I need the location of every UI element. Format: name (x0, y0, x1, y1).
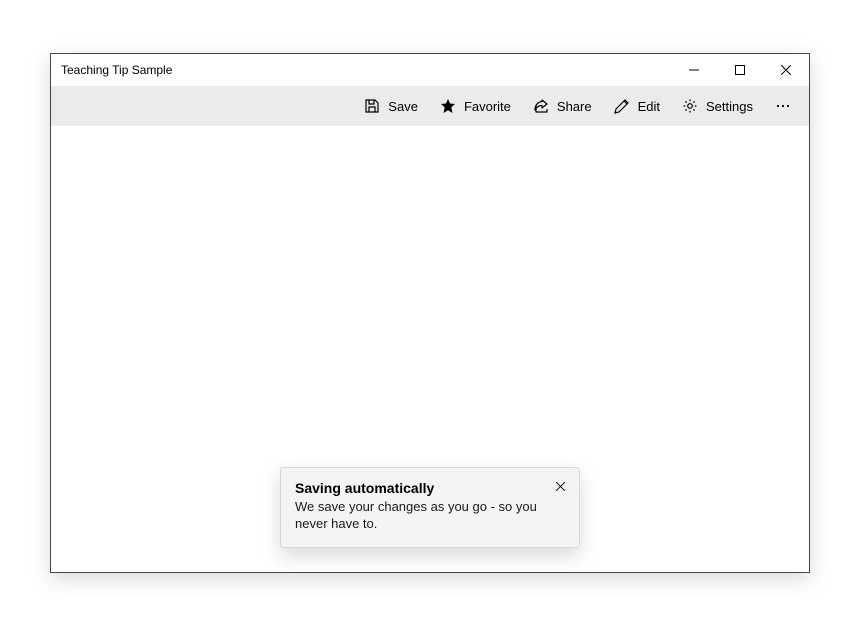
close-icon (556, 482, 565, 491)
close-icon (781, 65, 791, 75)
share-label: Share (557, 99, 592, 114)
app-window: Teaching Tip Sample Save Favorite (50, 53, 810, 573)
command-bar: Save Favorite Share Edit Settings (51, 86, 809, 126)
share-button[interactable]: Share (523, 92, 602, 120)
maximize-button[interactable] (717, 54, 763, 86)
close-button[interactable] (763, 54, 809, 86)
settings-button[interactable]: Settings (672, 92, 763, 120)
settings-label: Settings (706, 99, 753, 114)
titlebar: Teaching Tip Sample (51, 54, 809, 86)
save-icon (364, 98, 380, 114)
favorite-label: Favorite (464, 99, 511, 114)
edit-button[interactable]: Edit (604, 92, 670, 120)
tip-title: Saving automatically (295, 480, 434, 496)
star-icon (440, 98, 456, 114)
maximize-icon (735, 65, 745, 75)
edit-icon (614, 98, 630, 114)
tip-close-button[interactable] (551, 478, 569, 496)
tip-header: Saving automatically (295, 480, 565, 496)
tip-body: We save your changes as you go - so you … (295, 498, 565, 533)
share-icon (533, 98, 549, 114)
save-button[interactable]: Save (354, 92, 428, 120)
favorite-button[interactable]: Favorite (430, 92, 521, 120)
gear-icon (682, 98, 698, 114)
window-controls (671, 54, 809, 86)
save-label: Save (388, 99, 418, 114)
teaching-tip: Saving automatically We save your change… (280, 467, 580, 548)
more-icon (775, 98, 791, 114)
minimize-button[interactable] (671, 54, 717, 86)
edit-label: Edit (638, 99, 660, 114)
minimize-icon (689, 65, 699, 75)
content-area: Saving automatically We save your change… (51, 126, 809, 572)
more-button[interactable] (765, 90, 801, 122)
window-title: Teaching Tip Sample (61, 63, 172, 77)
